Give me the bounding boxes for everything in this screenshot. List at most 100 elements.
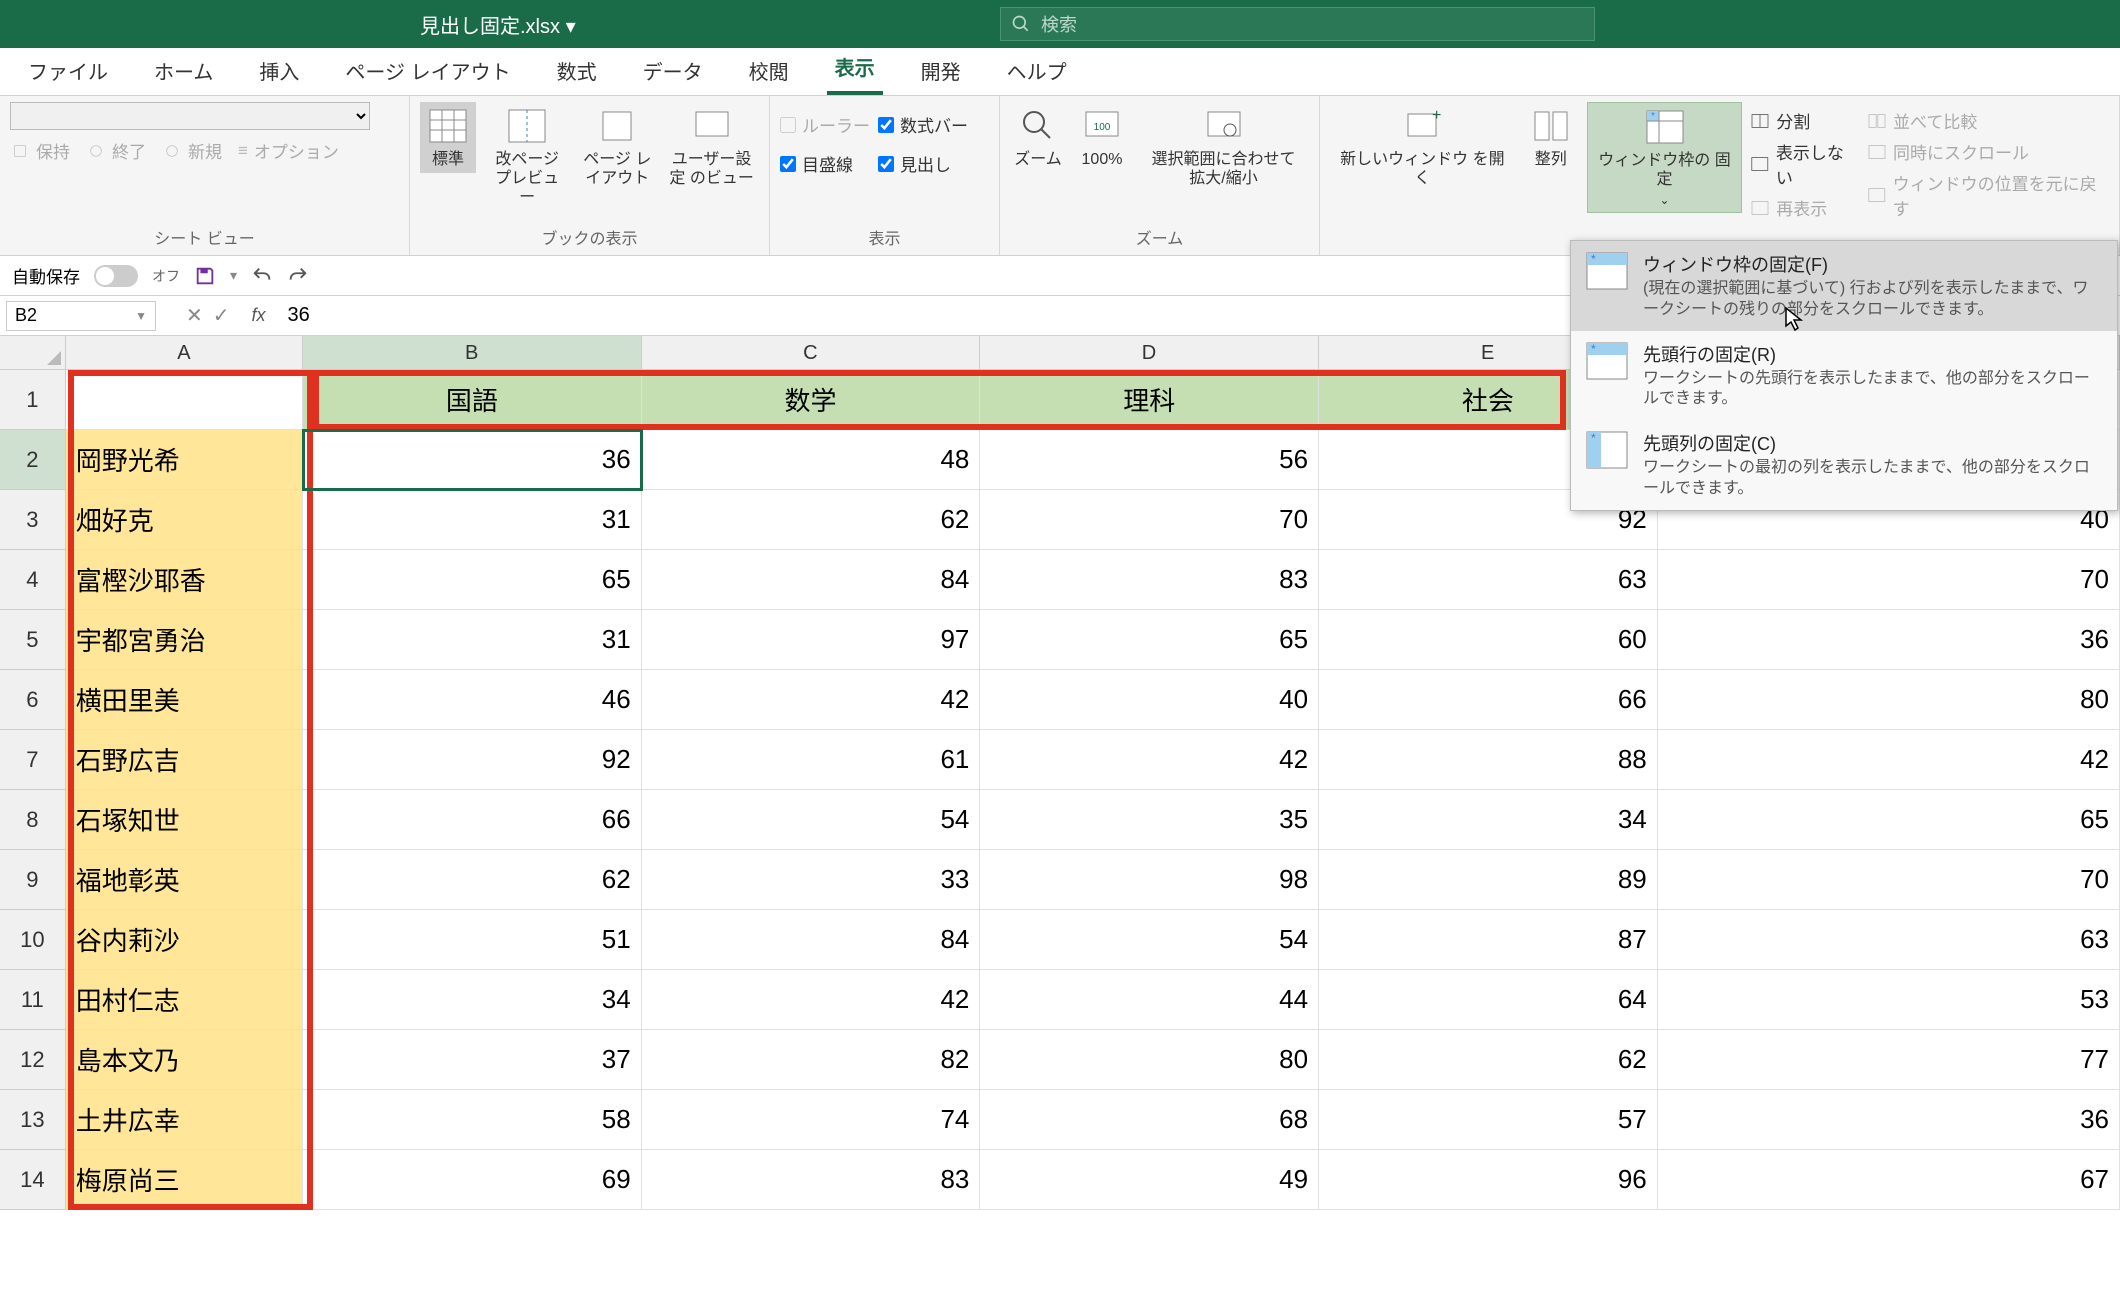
check-headings[interactable]: 見出し (878, 151, 968, 176)
cell[interactable]: 87 (1319, 910, 1658, 970)
cell[interactable]: 34 (303, 970, 642, 1030)
select-all-corner[interactable] (0, 336, 66, 369)
cell[interactable]: 74 (642, 1090, 981, 1150)
view-pagebreak[interactable]: 改ページ プレビュー (484, 102, 570, 212)
sheetview-select[interactable] (10, 102, 370, 130)
zoom-selection-button[interactable]: 選択範囲に合わせて 拡大/縮小 (1138, 102, 1309, 192)
split-button[interactable]: 分割 (1750, 108, 1859, 133)
cell[interactable]: 42 (980, 730, 1319, 790)
cell[interactable]: 36 (1658, 610, 2120, 670)
col-header-D[interactable]: D (980, 336, 1319, 369)
cell[interactable]: 61 (642, 730, 981, 790)
cell[interactable]: 60 (1319, 610, 1658, 670)
cell[interactable]: 数学 (642, 370, 981, 430)
fx-icon[interactable]: fx (252, 305, 266, 326)
cell[interactable]: 68 (980, 1090, 1319, 1150)
cell[interactable]: 83 (642, 1150, 981, 1210)
row-header-13[interactable]: 13 (0, 1090, 66, 1150)
cell[interactable]: 97 (642, 610, 981, 670)
cell[interactable]: 42 (642, 670, 981, 730)
row-header-1[interactable]: 1 (0, 370, 66, 430)
enter-icon[interactable]: ✓ (213, 303, 230, 328)
autosave-toggle[interactable] (94, 265, 138, 287)
tab-ヘルプ[interactable]: ヘルプ (999, 46, 1075, 95)
cell[interactable]: 33 (642, 850, 981, 910)
freeze-panes-button[interactable]: * ウィンドウ枠の 固定⌄ (1587, 102, 1742, 213)
cell[interactable]: 66 (1319, 670, 1658, 730)
tab-挿入[interactable]: 挿入 (251, 46, 307, 95)
cell[interactable]: 65 (1658, 790, 2120, 850)
cell[interactable]: 56 (980, 430, 1319, 490)
cell[interactable]: 96 (1319, 1150, 1658, 1210)
cell[interactable]: 98 (980, 850, 1319, 910)
cell[interactable]: 理科 (980, 370, 1319, 430)
zoom-button[interactable]: ズーム (1010, 102, 1066, 173)
cell[interactable]: 54 (980, 910, 1319, 970)
row-header-14[interactable]: 14 (0, 1150, 66, 1210)
tab-ページ レイアウト[interactable]: ページ レイアウト (337, 46, 518, 95)
freeze-menu-item-1[interactable]: *先頭行の固定(R)ワークシートの先頭行を表示したままで、他の部分をスクロールで… (1571, 331, 2117, 421)
tab-データ[interactable]: データ (635, 46, 711, 95)
tab-数式[interactable]: 数式 (549, 46, 605, 95)
cell[interactable]: 57 (1319, 1090, 1658, 1150)
cell[interactable]: 46 (303, 670, 642, 730)
col-header-C[interactable]: C (642, 336, 981, 369)
tab-表示[interactable]: 表示 (827, 42, 883, 95)
cell[interactable]: 69 (303, 1150, 642, 1210)
view-custom[interactable]: ユーザー設定 のビュー (664, 102, 759, 192)
cell[interactable]: 82 (642, 1030, 981, 1090)
view-standard[interactable]: 標準 (420, 102, 476, 173)
hide-button[interactable]: 表示しない (1750, 139, 1859, 189)
cell[interactable]: 42 (1658, 730, 2120, 790)
row-header-7[interactable]: 7 (0, 730, 66, 790)
cell[interactable]: 40 (980, 670, 1319, 730)
cell[interactable]: 36 (1658, 1090, 2120, 1150)
cell[interactable]: 37 (303, 1030, 642, 1090)
cell[interactable]: 44 (980, 970, 1319, 1030)
cell[interactable]: 国語 (303, 370, 642, 430)
cell[interactable]: 77 (1658, 1030, 2120, 1090)
check-gridlines[interactable]: 目盛線 (780, 151, 870, 176)
row-header-4[interactable]: 4 (0, 550, 66, 610)
cell[interactable]: 畑好克 (66, 490, 303, 550)
cell[interactable]: 49 (980, 1150, 1319, 1210)
cell[interactable] (66, 370, 303, 430)
cell[interactable]: 横田里美 (66, 670, 303, 730)
cell[interactable]: 65 (980, 610, 1319, 670)
cancel-icon[interactable]: ✕ (186, 303, 203, 328)
cell[interactable]: 62 (1319, 1030, 1658, 1090)
cell[interactable]: 31 (303, 610, 642, 670)
row-header-5[interactable]: 5 (0, 610, 66, 670)
cell[interactable]: 35 (980, 790, 1319, 850)
cell[interactable]: 62 (303, 850, 642, 910)
view-pagelayout[interactable]: ページ レイアウト (578, 102, 656, 192)
cell[interactable]: 70 (980, 490, 1319, 550)
row-header-2[interactable]: 2 (0, 430, 66, 490)
cell[interactable]: 92 (303, 730, 642, 790)
cell[interactable]: 土井広幸 (66, 1090, 303, 1150)
zoom-100-button[interactable]: 100 100% (1074, 102, 1130, 173)
row-header-6[interactable]: 6 (0, 670, 66, 730)
cell[interactable]: 53 (1658, 970, 2120, 1030)
cell[interactable]: 谷内莉沙 (66, 910, 303, 970)
freeze-menu-item-0[interactable]: *ウィンドウ枠の固定(F)(現在の選択範囲に基づいて) 行および列を表示したまま… (1571, 241, 2117, 331)
row-header-12[interactable]: 12 (0, 1030, 66, 1090)
cell[interactable]: 83 (980, 550, 1319, 610)
freeze-menu-item-2[interactable]: *先頭列の固定(C)ワークシートの最初の列を表示したままで、他の部分をスクロール… (1571, 420, 2117, 510)
redo-icon[interactable] (287, 265, 309, 287)
row-header-3[interactable]: 3 (0, 490, 66, 550)
cell[interactable]: 67 (1658, 1150, 2120, 1210)
cell[interactable]: 富樫沙耶香 (66, 550, 303, 610)
tab-ファイル[interactable]: ファイル (20, 46, 116, 95)
cell[interactable]: 89 (1319, 850, 1658, 910)
arrange-button[interactable]: 整列 (1523, 102, 1579, 173)
check-formulabar[interactable]: 数式バー (878, 112, 968, 137)
cell[interactable]: 80 (1658, 670, 2120, 730)
cell[interactable]: 84 (642, 910, 981, 970)
save-icon[interactable] (194, 265, 216, 287)
cell[interactable]: 58 (303, 1090, 642, 1150)
tab-ホーム[interactable]: ホーム (146, 46, 221, 95)
row-header-11[interactable]: 11 (0, 970, 66, 1030)
undo-icon[interactable] (251, 265, 273, 287)
search-box[interactable]: 検索 (1000, 7, 1595, 41)
